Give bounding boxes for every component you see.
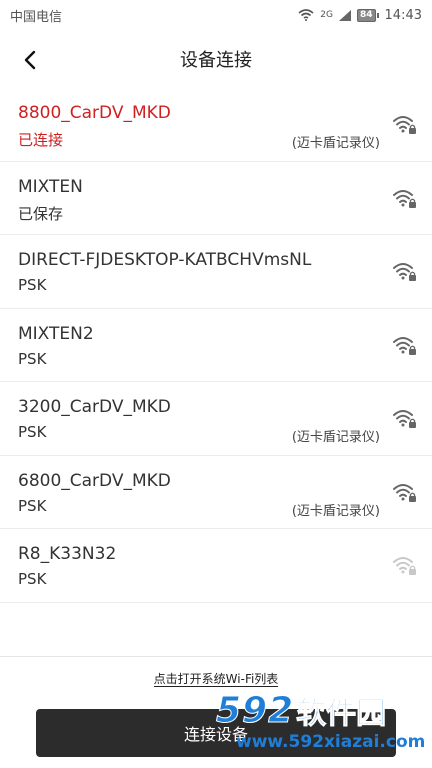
wifi-ssid: 6800_CarDV_MKD bbox=[18, 470, 171, 491]
wifi-status-icon bbox=[298, 9, 314, 21]
open-wifi-list-link[interactable]: 点击打开系统Wi-Fi列表 bbox=[153, 672, 279, 687]
wifi-network-row[interactable]: DIRECT-FJDESKTOP-KATBCHVmsNL PSK bbox=[0, 235, 432, 309]
page-title: 设备连接 bbox=[180, 50, 252, 71]
wifi-ssid: MIXTEN bbox=[18, 176, 83, 197]
wifi-status: PSK bbox=[18, 276, 47, 294]
wifi-status: PSK bbox=[18, 496, 47, 515]
device-type-tag: (迈卡盾记录仪) bbox=[291, 136, 380, 151]
wifi-status: PSK bbox=[18, 423, 47, 441]
wifi-ssid: 3200_CarDV_MKD bbox=[18, 397, 171, 417]
carrier-label: 中国电信 bbox=[10, 9, 63, 25]
wifi-status: PSK bbox=[18, 570, 47, 588]
wifi-status: 已保存 bbox=[18, 204, 64, 223]
clock: 14:43 bbox=[384, 7, 422, 23]
wifi-status: 已连接 bbox=[18, 131, 64, 149]
connect-device-button[interactable]: 连接设备 bbox=[36, 709, 396, 757]
wifi-locked-icon bbox=[393, 410, 416, 428]
wifi-list: 8800_CarDV_MKD 已连接 (迈卡盾记录仪) MIXTEN 已保存 DIRECT… bbox=[0, 88, 432, 603]
wifi-network-row[interactable]: 8800_CarDV_MKD 已连接 (迈卡盾记录仪) bbox=[0, 88, 432, 162]
device-type-tag: (迈卡盾记录仪) bbox=[291, 430, 380, 445]
wifi-locked-icon bbox=[393, 116, 416, 134]
wifi-locked-icon bbox=[393, 189, 416, 208]
wifi-network-row[interactable]: MIXTEN2 PSK bbox=[0, 309, 432, 382]
open-wifi-list-link-container: 点击打开系统Wi-Fi列表 bbox=[0, 670, 432, 687]
wifi-ssid: MIXTEN2 bbox=[18, 323, 94, 344]
wifi-network-row[interactable]: R8_K33N32 PSK bbox=[0, 529, 432, 603]
wifi-locked-icon bbox=[393, 263, 416, 281]
device-type-tag: (迈卡盾记录仪) bbox=[291, 503, 380, 519]
chevron-left-icon bbox=[24, 50, 36, 70]
back-button[interactable] bbox=[14, 44, 46, 76]
wifi-locked-icon bbox=[393, 483, 416, 502]
wifi-locked-icon bbox=[393, 336, 416, 355]
status-icons: 2G 84 14:43 bbox=[298, 8, 422, 23]
wifi-network-row[interactable]: MIXTEN 已保存 bbox=[0, 162, 432, 235]
wifi-locked-icon bbox=[393, 557, 416, 575]
wifi-network-row[interactable]: 6800_CarDV_MKD PSK (迈卡盾记录仪) bbox=[0, 456, 432, 529]
wifi-ssid: 8800_CarDV_MKD bbox=[18, 103, 171, 123]
header: 设备连接 bbox=[0, 30, 432, 88]
cellular-signal-icon bbox=[339, 9, 351, 21]
wifi-status: PSK bbox=[18, 349, 47, 368]
status-bar: 中国电信 2G 84 14:43 bbox=[0, 0, 432, 30]
network-type-label: 2G bbox=[320, 9, 333, 20]
battery-level: 84 bbox=[357, 8, 376, 22]
battery-icon: 84 bbox=[357, 8, 379, 22]
wifi-ssid: R8_K33N32 bbox=[18, 544, 117, 564]
wifi-network-row[interactable]: 3200_CarDV_MKD PSK (迈卡盾记录仪) bbox=[0, 382, 432, 456]
wifi-ssid: DIRECT-FJDESKTOP-KATBCHVmsNL bbox=[18, 250, 312, 270]
